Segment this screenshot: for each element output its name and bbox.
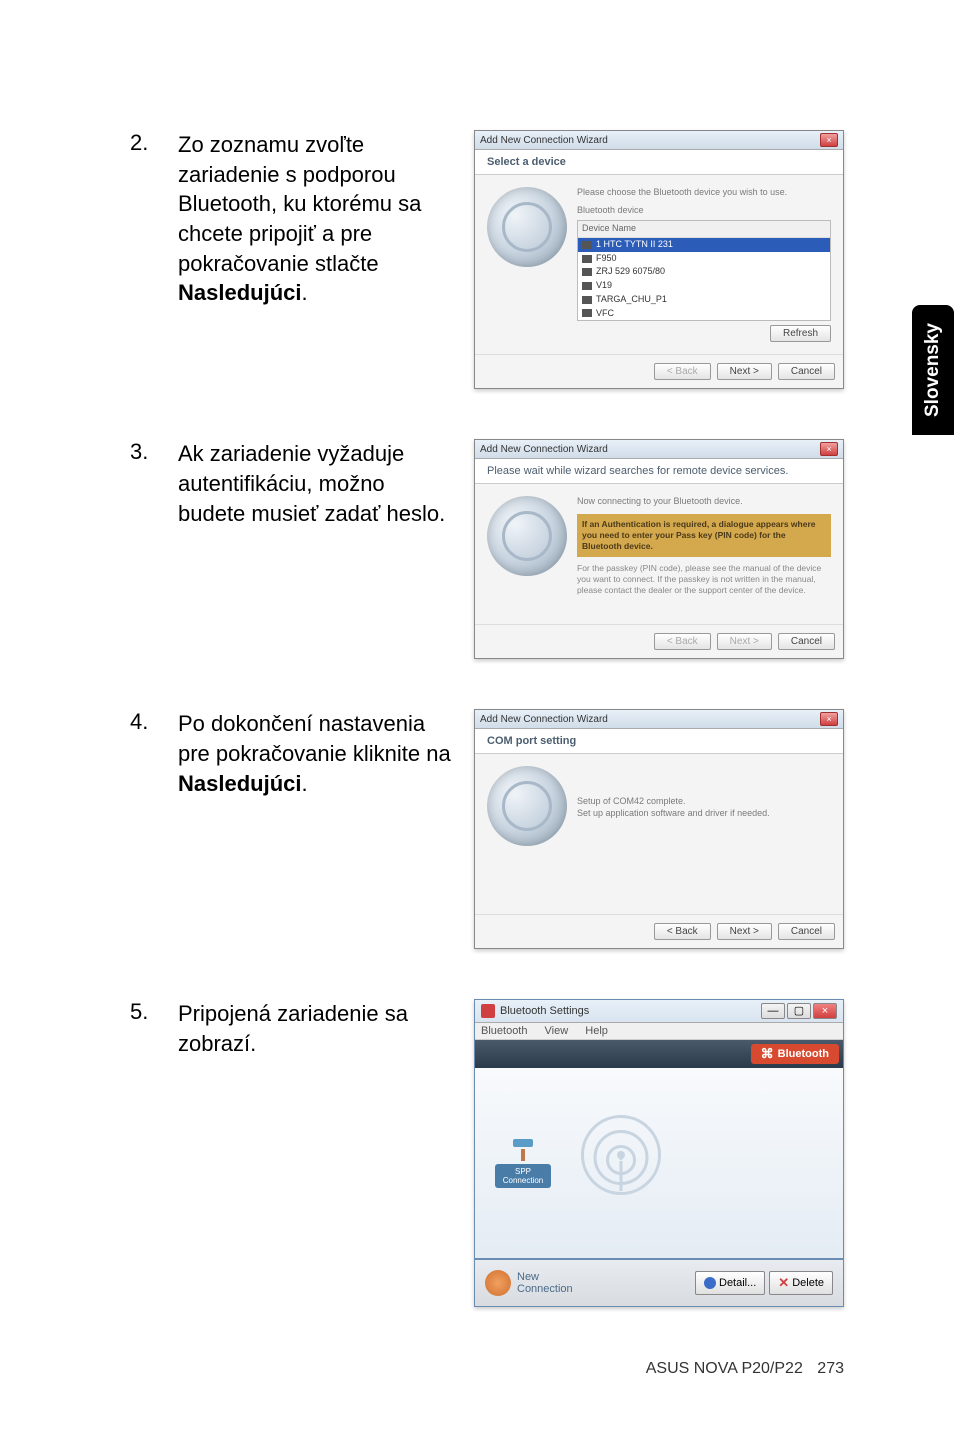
dialog-title: Add New Connection Wizard xyxy=(480,135,608,146)
step-text: Po dokončení nastavenia pre pokračovanie… xyxy=(178,709,454,798)
cancel-button[interactable]: Cancel xyxy=(778,633,835,650)
minimize-icon[interactable]: — xyxy=(761,1003,785,1019)
delete-button[interactable]: ✕ Delete xyxy=(769,1271,833,1295)
dialog-header: COM port setting xyxy=(475,729,843,754)
bluetooth-badge: ⌘Bluetooth xyxy=(751,1044,839,1064)
conn-label-connection: Connection xyxy=(499,1176,547,1185)
step-number: 4. xyxy=(130,709,150,735)
step-number: 5. xyxy=(130,999,150,1025)
cancel-button[interactable]: Cancel xyxy=(778,363,835,380)
page-footer: ASUS NOVA P20/P22 273 xyxy=(646,1360,844,1378)
menu-item-bluetooth[interactable]: Bluetooth xyxy=(481,1025,527,1037)
close-icon[interactable]: × xyxy=(820,442,838,456)
bluetooth-logo-icon xyxy=(481,1004,495,1018)
next-button[interactable]: Next > xyxy=(717,923,772,940)
back-button[interactable]: < Back xyxy=(654,363,711,380)
instruction-text: Please choose the Bluetooth device you w… xyxy=(577,187,831,199)
list-label: Bluetooth device xyxy=(577,205,831,217)
close-icon[interactable]: × xyxy=(820,133,838,147)
dialog-header: Select a device xyxy=(475,150,843,175)
menu-bar[interactable]: Bluetooth View Help xyxy=(475,1023,843,1040)
step-number: 2. xyxy=(130,130,150,156)
window-title: Bluetooth Settings xyxy=(500,1005,589,1017)
device-item[interactable]: F950 xyxy=(578,252,830,266)
device-item[interactable]: ZRJ 529 6075/80 xyxy=(578,265,830,279)
connection-item[interactable]: SPP Connection xyxy=(495,1139,551,1188)
refresh-button[interactable]: Refresh xyxy=(770,325,831,342)
next-button[interactable]: Next > xyxy=(717,363,772,380)
back-button[interactable]: < Back xyxy=(654,923,711,940)
step-text: Pripojená zariadenie sa zobrazí. xyxy=(178,999,454,1058)
close-icon[interactable]: × xyxy=(820,712,838,726)
bluetooth-settings-window: Bluetooth Settings — ▢ × Bluetooth View … xyxy=(474,999,844,1307)
menu-item-view[interactable]: View xyxy=(545,1025,569,1037)
next-button[interactable]: Next > xyxy=(717,633,772,650)
maximize-icon[interactable]: ▢ xyxy=(787,1003,811,1019)
step-text: Zo zoznamu zvoľte zariadenie s podporou … xyxy=(178,130,454,308)
new-connection-icon xyxy=(485,1270,511,1296)
new-connection-button[interactable]: New Connection xyxy=(485,1270,573,1296)
cancel-button[interactable]: Cancel xyxy=(778,923,835,940)
back-button[interactable]: < Back xyxy=(654,633,711,650)
menu-item-help[interactable]: Help xyxy=(585,1025,608,1037)
step-text: Ak zariadenie vyžaduje autentifikáciu, m… xyxy=(178,439,454,528)
setup-hint-text: Set up application software and driver i… xyxy=(577,808,831,820)
wizard-icon xyxy=(487,766,567,846)
close-icon[interactable]: × xyxy=(813,1003,837,1019)
connecting-text: Now connecting to your Bluetooth device. xyxy=(577,496,831,508)
connector-icon xyxy=(513,1139,533,1147)
wizard-dialog-com-port: Add New Connection Wizard × COM port set… xyxy=(474,709,844,949)
dialog-header: Please wait while wizard searches for re… xyxy=(475,459,843,484)
setup-complete-text: Setup of COM42 complete. xyxy=(577,796,831,808)
page-number: 273 xyxy=(817,1360,844,1377)
device-item[interactable]: V19 xyxy=(578,279,830,293)
device-item[interactable]: 1 HTC TYTN II 231 xyxy=(578,238,830,252)
dialog-title: Add New Connection Wizard xyxy=(480,714,608,725)
dialog-title: Add New Connection Wizard xyxy=(480,444,608,455)
step-number: 3. xyxy=(130,439,150,465)
language-tab: Slovensky xyxy=(912,305,954,435)
conn-label-spp: SPP xyxy=(499,1167,547,1176)
wizard-icon xyxy=(487,496,567,576)
info-icon xyxy=(704,1277,716,1289)
device-item[interactable]: VFC xyxy=(578,307,830,321)
detail-button[interactable]: Detail... xyxy=(695,1271,765,1295)
signal-icon xyxy=(571,1113,671,1213)
wizard-dialog-select-device: Add New Connection Wizard × Select a dev… xyxy=(474,130,844,389)
delete-icon: ✕ xyxy=(778,1275,789,1291)
device-item[interactable]: TARGA_CHU_P1 xyxy=(578,293,830,307)
column-header: Device Name xyxy=(578,221,830,238)
wizard-icon xyxy=(487,187,567,267)
wizard-dialog-searching: Add New Connection Wizard × Please wait … xyxy=(474,439,844,659)
auth-warning: If an Authentication is required, a dial… xyxy=(577,514,831,557)
device-list[interactable]: Device Name 1 HTC TYTN II 231 F950 ZRJ 5… xyxy=(577,220,831,321)
passkey-hint: For the passkey (PIN code), please see t… xyxy=(577,563,831,596)
